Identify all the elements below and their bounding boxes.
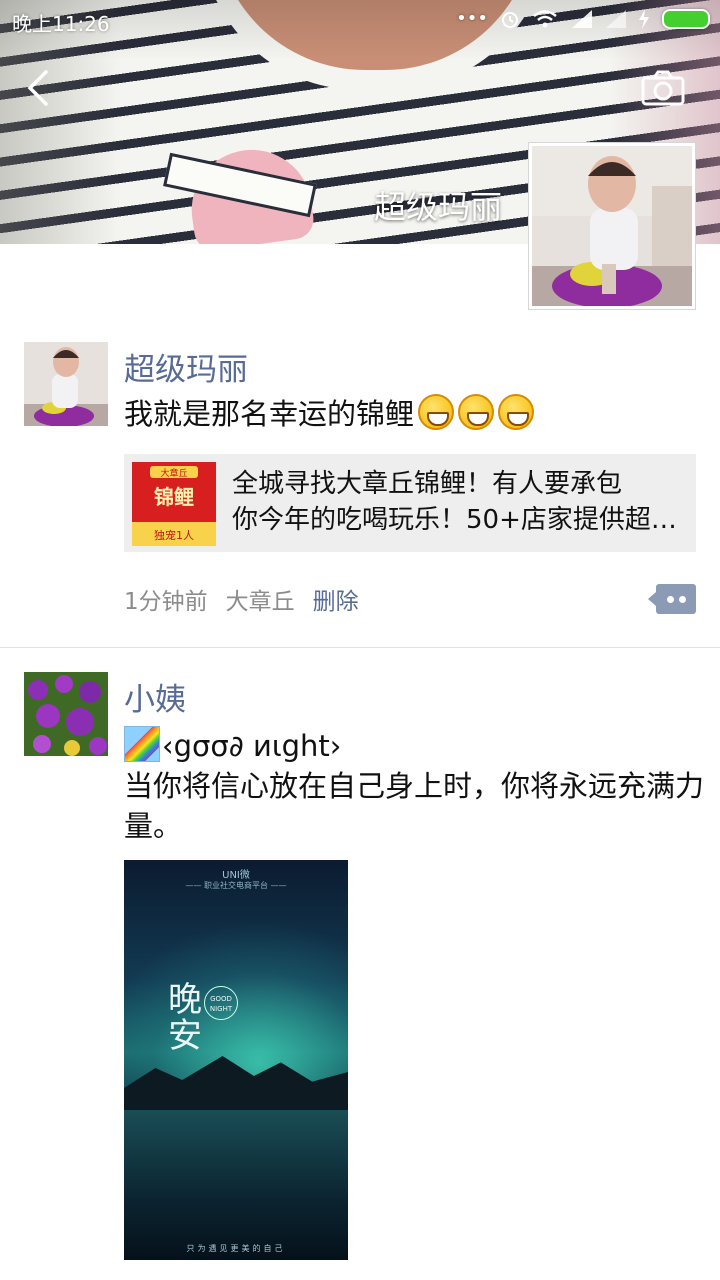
delete-button[interactable]: 删除 [313, 589, 359, 615]
camera-button[interactable] [640, 70, 686, 106]
rainbow-emoji [124, 726, 160, 762]
avatar-photo [24, 672, 108, 756]
link-thumb-title: 锦鲤 [154, 485, 194, 509]
post-text-line1: ‹gσσ∂ иιght› [124, 726, 341, 766]
link-thumbnail-art: 大章丘 锦鲤 独宠1人 [132, 462, 216, 546]
grin-emoji [498, 394, 535, 430]
signal-icon [606, 9, 626, 28]
link-title-line1: 全城寻找大章丘锦鲤！有人要承包 [232, 469, 623, 499]
post-time: 1分钟前 [124, 589, 208, 615]
link-title: 全城寻找大章丘锦鲤！有人要承包 你今年的吃喝玩乐！50+店家提供超… [232, 466, 688, 538]
shared-link-card[interactable]: 大章丘 锦鲤 独宠1人 全城寻找大章丘锦鲤！有人要承包 你今年的吃喝玩乐！50+… [124, 454, 696, 552]
post-author-name[interactable]: 小姨 [124, 674, 186, 719]
profile-photo [532, 146, 692, 308]
camera-icon [641, 70, 685, 106]
alarm-icon [502, 11, 518, 28]
image-tagline: —— 职业社交电商平台 —— [185, 881, 287, 890]
status-time: 晚上11:26 [12, 12, 110, 36]
status-icons: ••• [456, 8, 710, 29]
comment-icon [667, 596, 674, 603]
charging-icon [639, 8, 649, 29]
more-icon: ••• [456, 8, 488, 29]
back-button[interactable] [22, 68, 56, 108]
post-image[interactable]: UNI微 —— 职业社交电商平台 —— 晚 安 GOOD NIGHT 只为遇见更… [124, 860, 348, 1260]
profile-avatar[interactable] [528, 142, 696, 310]
comment-button[interactable] [648, 584, 696, 614]
comment-icon-dot [679, 596, 686, 603]
post-text: 我就是那名幸运的锦鲤 [124, 394, 535, 434]
feed-post: 小姨 ‹gσσ∂ иιght› 当你将信心放在自己身上时，你将永远充满力量。 U… [0, 650, 720, 1280]
link-title-line2: 你今年的吃喝玩乐！50+店家提供超… [232, 505, 677, 535]
feed-post: 超级玛丽 我就是那名幸运的锦鲤 大章丘 锦鲤 独宠1人 全城寻找大章丘锦鲤！有人… [0, 324, 720, 648]
cover-user-name: 超级玛丽 [373, 188, 502, 226]
post-text: 当你将信心放在自己身上时，你将永远充满力量。 [124, 769, 705, 843]
image-brand: UNI微 [222, 870, 250, 881]
link-thumb-badge: 大章丘 [160, 467, 187, 479]
wifi-icon [533, 9, 557, 27]
link-thumbnail: 大章丘 锦鲤 独宠1人 [132, 462, 216, 546]
grin-emoji [418, 394, 455, 430]
avatar-photo [24, 342, 108, 426]
status-bar: 晚上11:26 ••• [0, 0, 720, 40]
image-big-text: 晚 安 [168, 980, 202, 1056]
post-author-name[interactable]: 超级玛丽 [124, 344, 248, 389]
post-avatar[interactable] [24, 672, 108, 756]
post-avatar[interactable] [24, 342, 108, 426]
grin-emoji [458, 394, 495, 430]
image-footer: 只为遇见更美的自己 [186, 1244, 286, 1253]
post-meta: 1分钟前 大章丘 删除 [124, 582, 359, 616]
signal-icon [572, 9, 592, 28]
chevron-left-icon [27, 70, 48, 106]
battery-icon [662, 8, 710, 29]
link-thumb-footer: 独宠1人 [154, 528, 194, 542]
image-lake [124, 1110, 348, 1260]
image-goodnight-badge: GOOD NIGHT [204, 986, 238, 1020]
post-text-goodnight: ‹gσσ∂ иιght› [162, 729, 342, 763]
post-location[interactable]: 大章丘 [226, 589, 295, 615]
post-text-content: 我就是那名幸运的锦鲤 [124, 397, 415, 431]
